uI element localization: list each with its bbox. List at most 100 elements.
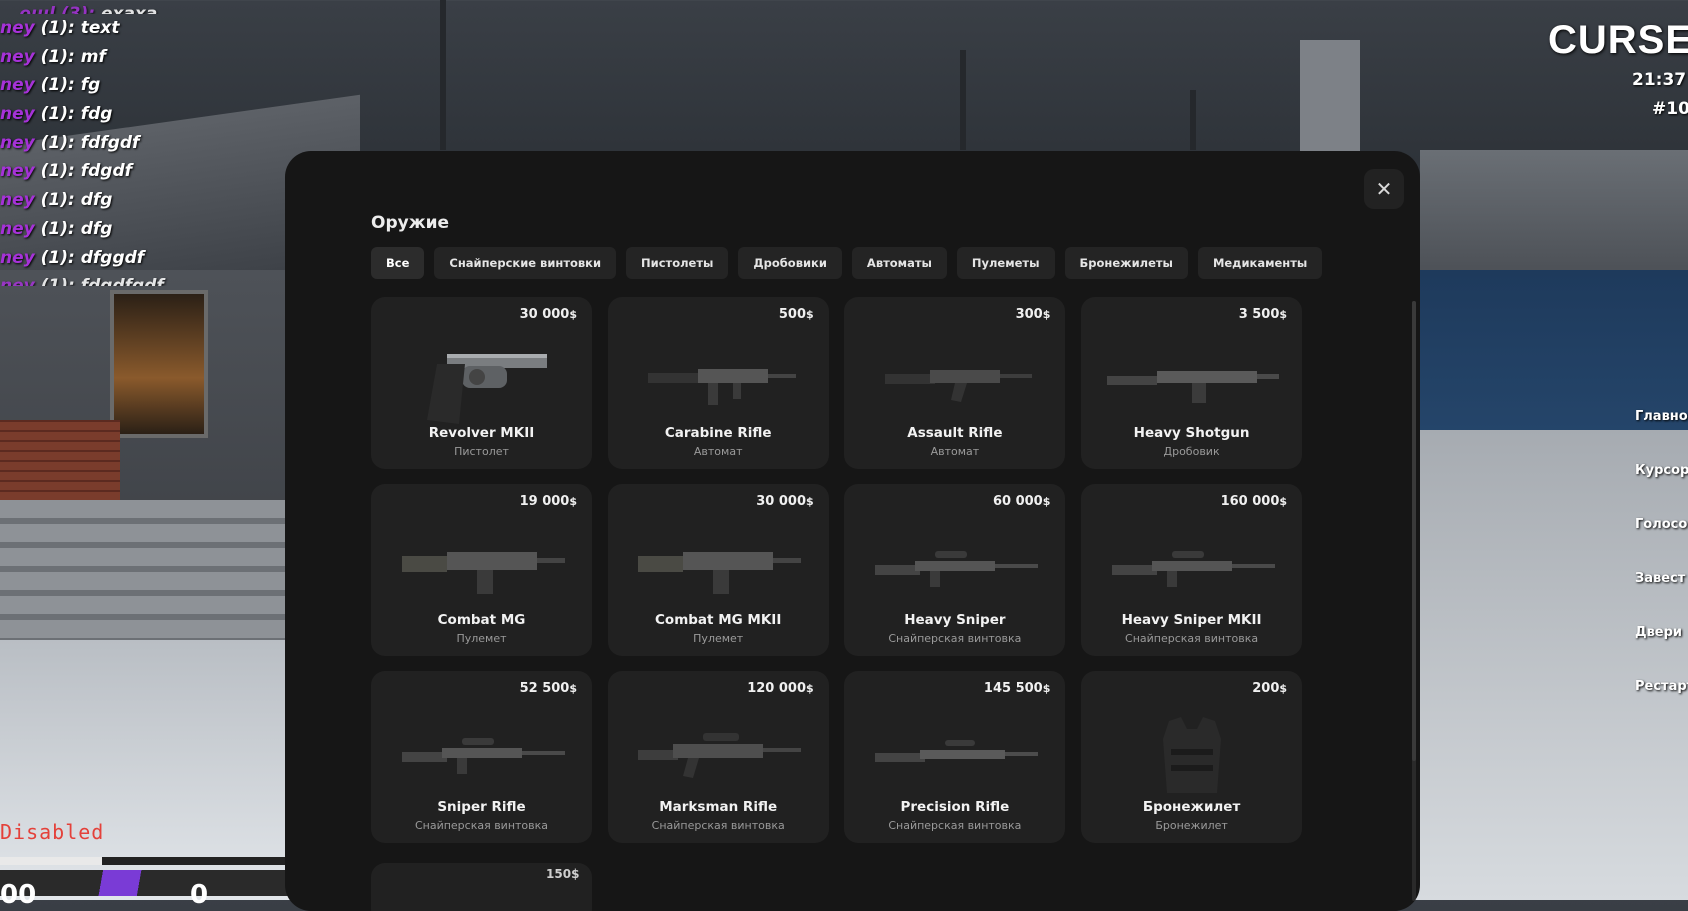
modal-title: Оружие [371,213,450,233]
weapon-category: Автомат [930,445,980,458]
side-menu-item[interactable]: Завест [1635,571,1685,586]
chat-text: exaxa [100,4,158,14]
weapon-name: Revolver MKII [428,425,535,441]
chat-prefix: (1): [34,161,81,182]
weapon-price: 145 500$ [983,681,1051,696]
filter-tab[interactable]: Бронежилеты [1064,247,1188,279]
filter-tab[interactable]: Дробовики [738,247,842,279]
close-button[interactable]: ✕ [1364,169,1404,209]
chat-message: ney (1): fdfgdf [0,129,300,158]
scrollbar-thumb[interactable] [1412,301,1416,761]
weapon-grid: 30 000$ Revolver MKII Пистолет 500$ Carabine… [371,297,1306,843]
chat-sender: ney [0,132,35,153]
background-utility-pole [1190,90,1196,150]
chat-text: mf [80,46,106,67]
weapon-name: Heavy Shotgun [1133,425,1250,441]
weapon-price: 300$ [1015,307,1051,322]
chat-message: ney (1): dfg [0,215,300,244]
weapon-card[interactable]: 500$ Carabine Rifle Автомат [607,297,829,469]
side-menu-item[interactable]: Двери [1635,625,1682,640]
weapon-price: 30 000$ [519,307,577,322]
weapon-category: Пистолет [454,445,509,458]
weapon-price: 500$ [778,307,814,322]
chat-prefix: (1): [34,75,81,96]
weapon-category: Дробовик [1163,445,1220,458]
filter-tab[interactable]: Пулеметы [956,247,1055,279]
weapon-card[interactable]: 200$ Бронежилет Бронежилет [1081,671,1303,843]
chat-sender: ney [0,190,35,211]
weapon-price: 120 000$ [747,681,814,696]
filter-tab[interactable]: Автоматы [851,247,947,279]
chat-text: dfg [80,218,113,239]
background-snow-right [1400,430,1688,900]
hud-number-right: 0 [190,880,209,910]
weapon-name: Precision Rifle [900,799,1010,815]
chat-sender: ney [0,247,35,268]
background-pipe [440,0,446,150]
side-menu-item[interactable]: Главное [1635,409,1688,424]
sniper-rifle-icon [1081,518,1302,618]
close-icon: ✕ [1375,177,1393,201]
assault-rifle-icon [844,331,1065,431]
weapon-card[interactable]: 30 000$ Combat MG MKII Пулемет [607,484,829,656]
weapon-category: Снайперская винтовка [651,819,785,832]
weapon-card[interactable]: 60 000$ Heavy Sniper Снайперская винтовка [844,484,1066,656]
filter-tab[interactable]: Пистолеты [626,247,729,279]
weapon-name: Assault Rifle [907,425,1003,441]
chat-message: ney (1): text [0,14,300,43]
weapon-card[interactable]: 52 500$ Sniper Rifle Снайперская винтовка [371,671,592,843]
hud-progress-fill [0,857,102,865]
scrollbar[interactable] [1412,301,1416,901]
machine-gun-icon [608,518,829,618]
weapon-card[interactable]: 160 000$ Heavy Sniper MKII Снайперская вин… [1081,484,1303,656]
weapon-card[interactable]: 19 000$ Combat MG Пулемет [371,484,592,656]
side-menu-item[interactable]: Голосов [1635,517,1688,532]
weapon-card[interactable]: 30 000$ Revolver MKII Пистолет [371,297,592,469]
weapon-price: 160 000$ [1220,494,1288,509]
sniper-rifle-icon [371,705,592,805]
weapon-card[interactable]: 145 500$ Precision Rifle Снайперская винто… [844,671,1066,843]
revolver-icon [371,331,592,431]
side-menu-item[interactable]: Рестарт [1635,679,1688,694]
hud-number-left: 00 [0,880,37,910]
weapon-name: Heavy Sniper [904,612,1006,628]
weapon-name: Бронежилет [1142,799,1241,815]
body-armor-icon [1081,705,1302,805]
weapon-card[interactable]: 120 000$ Marksman Rifle Снайперская винтов… [607,671,829,843]
chat-text: fdgdf [80,161,133,182]
weapon-name: Carabine Rifle [664,425,772,441]
filter-tab[interactable]: Снайперские винтовки [434,247,617,279]
server-logo: CURSED [1548,18,1688,62]
chat-message: ney (1): fdgdf [0,157,300,186]
chat-message: ney (1): mf [0,43,300,72]
weapon-category: Снайперская винтовка [888,819,1022,832]
chat-log: ...ошl (3): exaxa ney (1): text ney (1): m… [0,0,300,286]
weapon-category: Снайперская винтовка [888,632,1022,645]
carbine-rifle-icon [608,331,829,431]
chat-prefix: (1): [34,218,81,239]
chat-text: fdg [80,104,113,125]
chat-sender: ney [0,104,35,125]
status-disabled-text: Disabled [0,820,105,844]
weapon-name: Marksman Rifle [659,799,778,815]
chat-prefix: (1): [34,18,81,38]
shotgun-icon [1081,331,1302,431]
chat-message: ney (1): dfg [0,186,300,215]
weapon-card[interactable]: 3 500$ Heavy Shotgun Дробовик [1081,297,1303,469]
weapon-name: Sniper Rifle [437,799,526,815]
weapon-price: 200$ [1252,681,1288,696]
filter-tab[interactable]: Медикаменты [1197,247,1323,279]
filter-tab[interactable]: Все [371,247,425,279]
machine-gun-icon [371,518,592,618]
weapon-name: Combat MG [437,612,526,628]
weapon-price: 3 500$ [1238,307,1288,322]
weapon-card[interactable]: 300$ Assault Rifle Автомат [844,297,1066,469]
weapon-price-partial: 150$ [546,867,580,881]
chat-prefix: (1): [34,247,81,268]
weapon-category: Пулемет [693,632,744,645]
weapon-category: Автомат [693,445,743,458]
hud-stripe [0,870,290,896]
weapon-price: 52 500$ [519,681,577,696]
chat-message: ney (1): fdg [0,100,300,129]
side-menu-item[interactable]: Курсор [1635,463,1688,478]
